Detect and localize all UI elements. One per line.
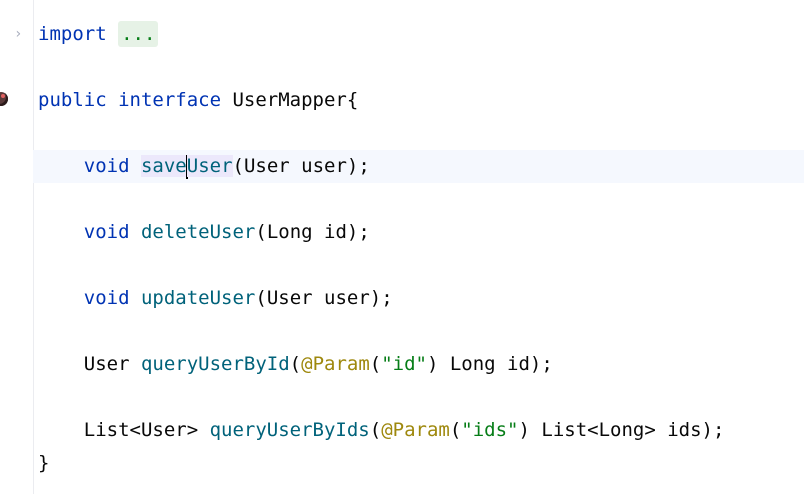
code-token: ) List<Long> ids); xyxy=(518,419,725,441)
code-token: interface xyxy=(118,89,222,111)
code-token: "ids" xyxy=(461,419,519,441)
code-line[interactable]: void updateUser(User user); xyxy=(33,282,804,315)
code-line[interactable] xyxy=(33,381,804,414)
code-line[interactable]: import ... xyxy=(33,18,804,51)
code-token: save xyxy=(140,155,187,177)
code-token: } xyxy=(38,452,50,474)
code-token: deleteUser xyxy=(140,221,256,243)
code-token: User xyxy=(186,155,233,177)
code-line[interactable]: public interface UserMapper{ xyxy=(33,84,804,117)
code-token: void xyxy=(83,221,130,243)
folded-imports-button[interactable]: ... xyxy=(118,21,159,47)
code-token: ( xyxy=(369,353,382,375)
code-token: queryUserByIds xyxy=(209,419,370,441)
editor-gutter: › xyxy=(0,0,34,494)
code-token: (User user); xyxy=(232,155,370,177)
code-line[interactable] xyxy=(33,117,804,150)
code-line[interactable] xyxy=(33,51,804,84)
code-token: import xyxy=(38,23,107,45)
code-token: @Param xyxy=(381,419,450,441)
code-line[interactable]: List<User> queryUserByIds(@Param("ids") … xyxy=(33,414,804,447)
code-token: User xyxy=(38,353,141,375)
code-token: @Param xyxy=(301,353,370,375)
code-token: void xyxy=(83,287,130,309)
code-token: ( xyxy=(449,419,462,441)
code-line[interactable]: User queryUserById(@Param("id") Long id)… xyxy=(33,348,804,381)
code-token: ) Long id); xyxy=(426,353,553,375)
code-token: (User user); xyxy=(255,287,393,309)
code-line[interactable] xyxy=(33,315,804,348)
code-line[interactable]: void saveUser(User user); xyxy=(33,150,804,183)
code-token: (Long id); xyxy=(255,221,370,243)
code-line[interactable] xyxy=(33,249,804,282)
code-line[interactable]: void deleteUser(Long id); xyxy=(33,216,804,249)
code-token: updateUser xyxy=(140,287,256,309)
code-line[interactable] xyxy=(33,183,804,216)
code-token: ( xyxy=(289,353,302,375)
chevron-right-icon[interactable]: › xyxy=(14,27,28,41)
code-token: UserMapper{ xyxy=(221,89,359,111)
code-token: public xyxy=(38,89,107,111)
code-token: queryUserById xyxy=(140,353,290,375)
code-token: void xyxy=(83,155,130,177)
code-token: "id" xyxy=(381,353,427,375)
bean-marker-icon[interactable] xyxy=(0,92,8,106)
code-line[interactable]: } xyxy=(33,447,804,480)
code-token: ( xyxy=(369,419,382,441)
code-token: List<User> xyxy=(38,419,210,441)
